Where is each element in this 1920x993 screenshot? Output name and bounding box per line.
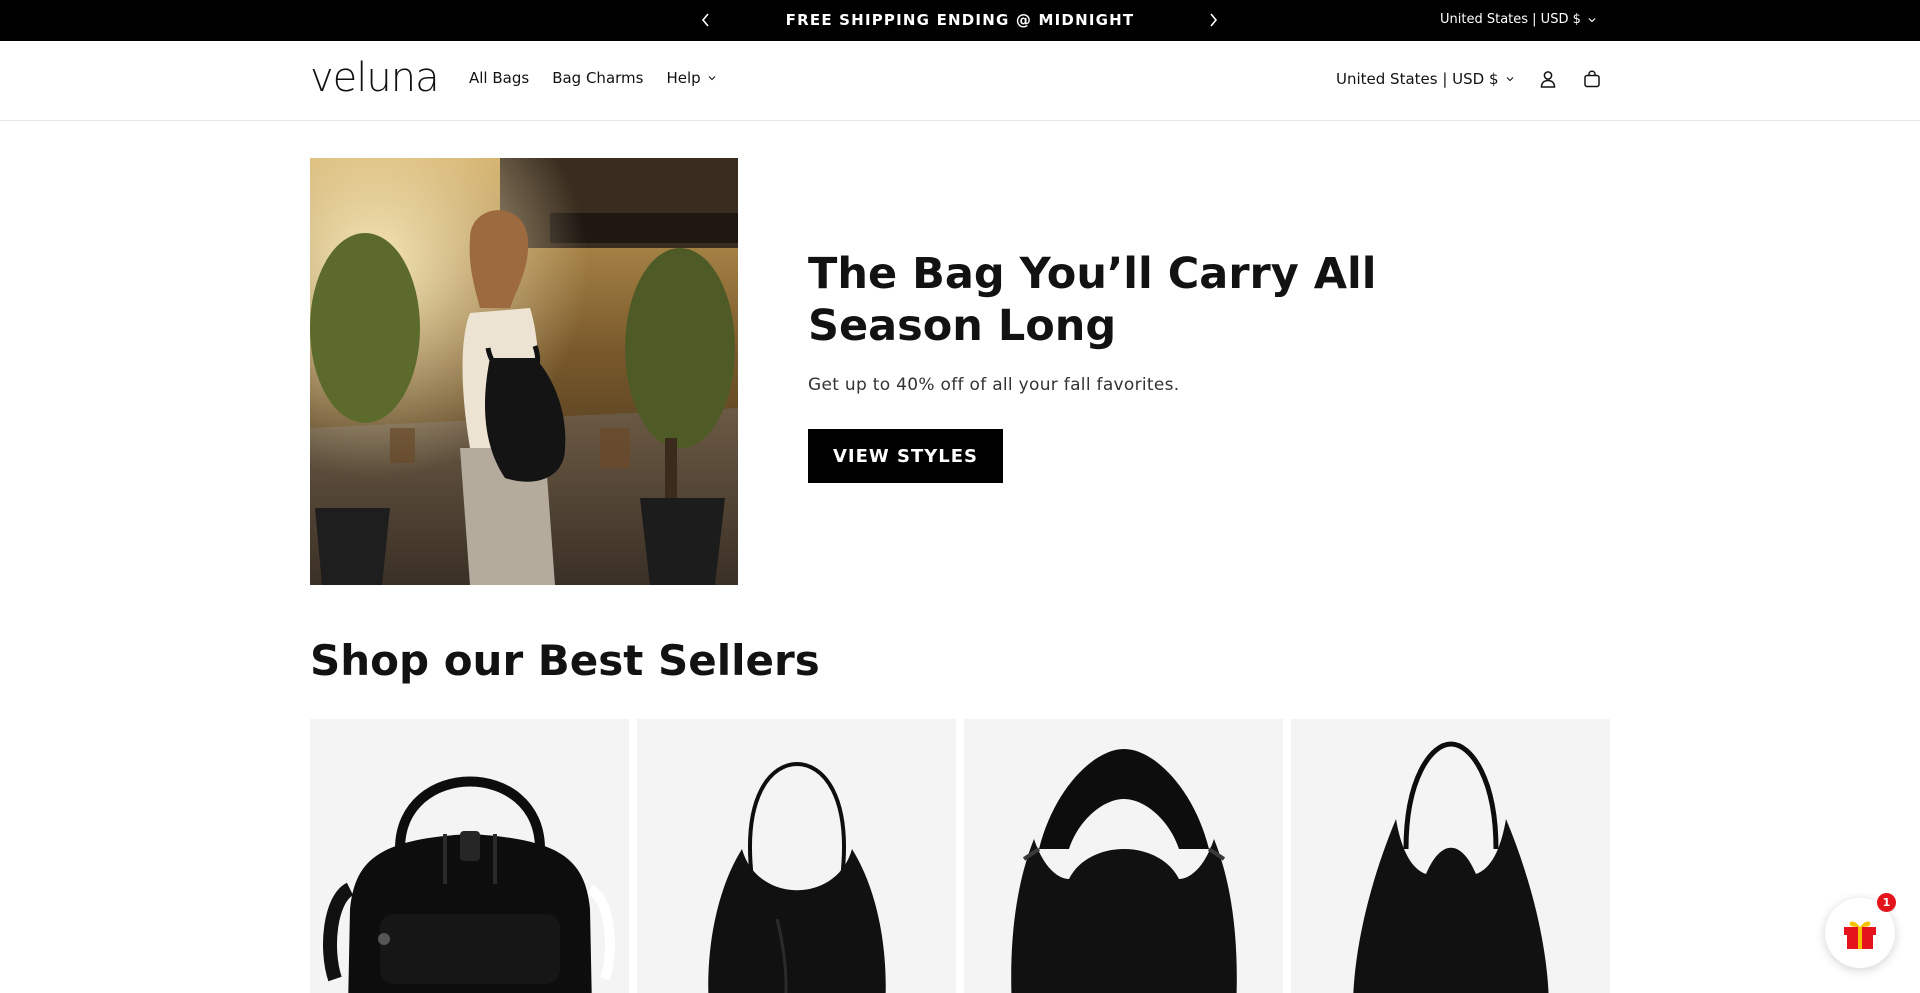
product-grid — [310, 719, 1610, 993]
best-sellers-title: Shop our Best Sellers — [310, 636, 820, 685]
nav-item-help-label: Help — [666, 69, 701, 87]
chevron-left-icon[interactable] — [697, 11, 715, 29]
chevron-down-icon — [708, 76, 716, 81]
view-styles-button[interactable]: VIEW STYLES — [808, 429, 1003, 483]
locale-label: United States | USD $ — [1336, 70, 1499, 88]
announcement-bar: FREE SHIPPING ENDING @ MIDNIGHT United S… — [0, 0, 1920, 41]
product-card[interactable] — [637, 719, 956, 993]
product-card[interactable] — [964, 719, 1283, 993]
chevron-down-icon — [1506, 77, 1513, 82]
nav-item-all-bags[interactable]: All Bags — [469, 69, 529, 87]
chevron-down-icon — [1588, 17, 1596, 22]
hero-title: The Bag You’ll Carry All Season Long — [808, 249, 1377, 351]
announcement-message: FREE SHIPPING ENDING @ MIDNIGHT — [785, 11, 1135, 29]
product-image-leather-hobo — [708, 761, 886, 993]
locale-label: United States | USD $ — [1440, 12, 1581, 27]
cart-bag-icon[interactable] — [1580, 67, 1604, 91]
nav-item-help[interactable]: Help — [666, 69, 716, 87]
hero-image — [310, 158, 738, 585]
account-icon[interactable] — [1536, 67, 1560, 91]
product-card[interactable] — [1291, 719, 1610, 993]
main-nav: All Bags Bag Charms Help — [469, 69, 717, 87]
product-image-nylon-shoulder — [1011, 749, 1237, 993]
nav-item-bag-charms[interactable]: Bag Charms — [552, 69, 643, 87]
site-header: veluna All Bags Bag Charms Help United S… — [0, 41, 1920, 121]
gift-count-badge: 1 — [1877, 893, 1896, 912]
gift-icon — [1844, 921, 1876, 949]
chevron-right-icon[interactable] — [1204, 11, 1222, 29]
locale-selector-top[interactable]: United States | USD $ — [1440, 12, 1597, 27]
logo[interactable]: veluna — [310, 55, 440, 101]
header-utilities: United States | USD $ — [1336, 67, 1604, 91]
hero-subtitle: Get up to 40% off of all your fall favor… — [808, 375, 1180, 395]
product-card[interactable] — [310, 719, 629, 993]
product-image-backpack-tote — [323, 776, 615, 993]
locale-selector[interactable]: United States | USD $ — [1336, 70, 1515, 88]
product-image-slouch-tote — [1353, 741, 1549, 993]
